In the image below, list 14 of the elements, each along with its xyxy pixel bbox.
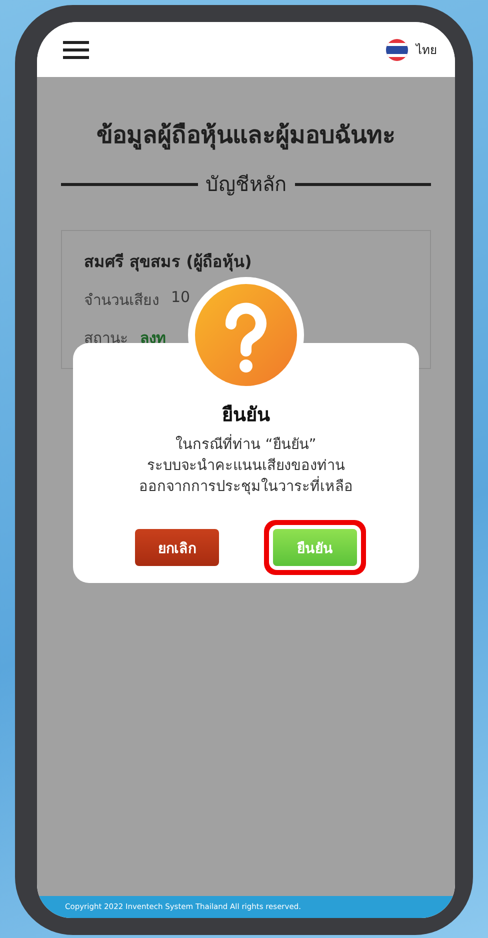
field-label: จำนวนเสียง [84, 290, 159, 311]
page-title: ข้อมูลผู้ถือหุ้นและผู้มอบฉันทะ [96, 120, 396, 152]
field-value: ลงท [140, 328, 166, 349]
dialog-title: ยืนยัน [222, 403, 270, 428]
menu-icon[interactable] [63, 40, 89, 58]
dialog-message: ในกรณีที่ท่าน “ยืนยัน” ระบบจะนำคะแนนเสียงของท่าน ออกจากการประชุมในวาระที่เหลือ [139, 435, 353, 498]
cancel-button[interactable]: ยกเลิก [135, 529, 219, 566]
field-value: 10 [171, 288, 190, 308]
field-label: สถานะ [84, 328, 128, 349]
holder-name: สมศรี สุขสมร (ผู้ถือหุ้น) [84, 251, 253, 274]
flag-icon[interactable] [386, 38, 408, 60]
section-heading: บัญชีหลัก [206, 171, 286, 198]
language-label[interactable]: ไทย [416, 40, 437, 59]
question-icon [195, 284, 297, 386]
